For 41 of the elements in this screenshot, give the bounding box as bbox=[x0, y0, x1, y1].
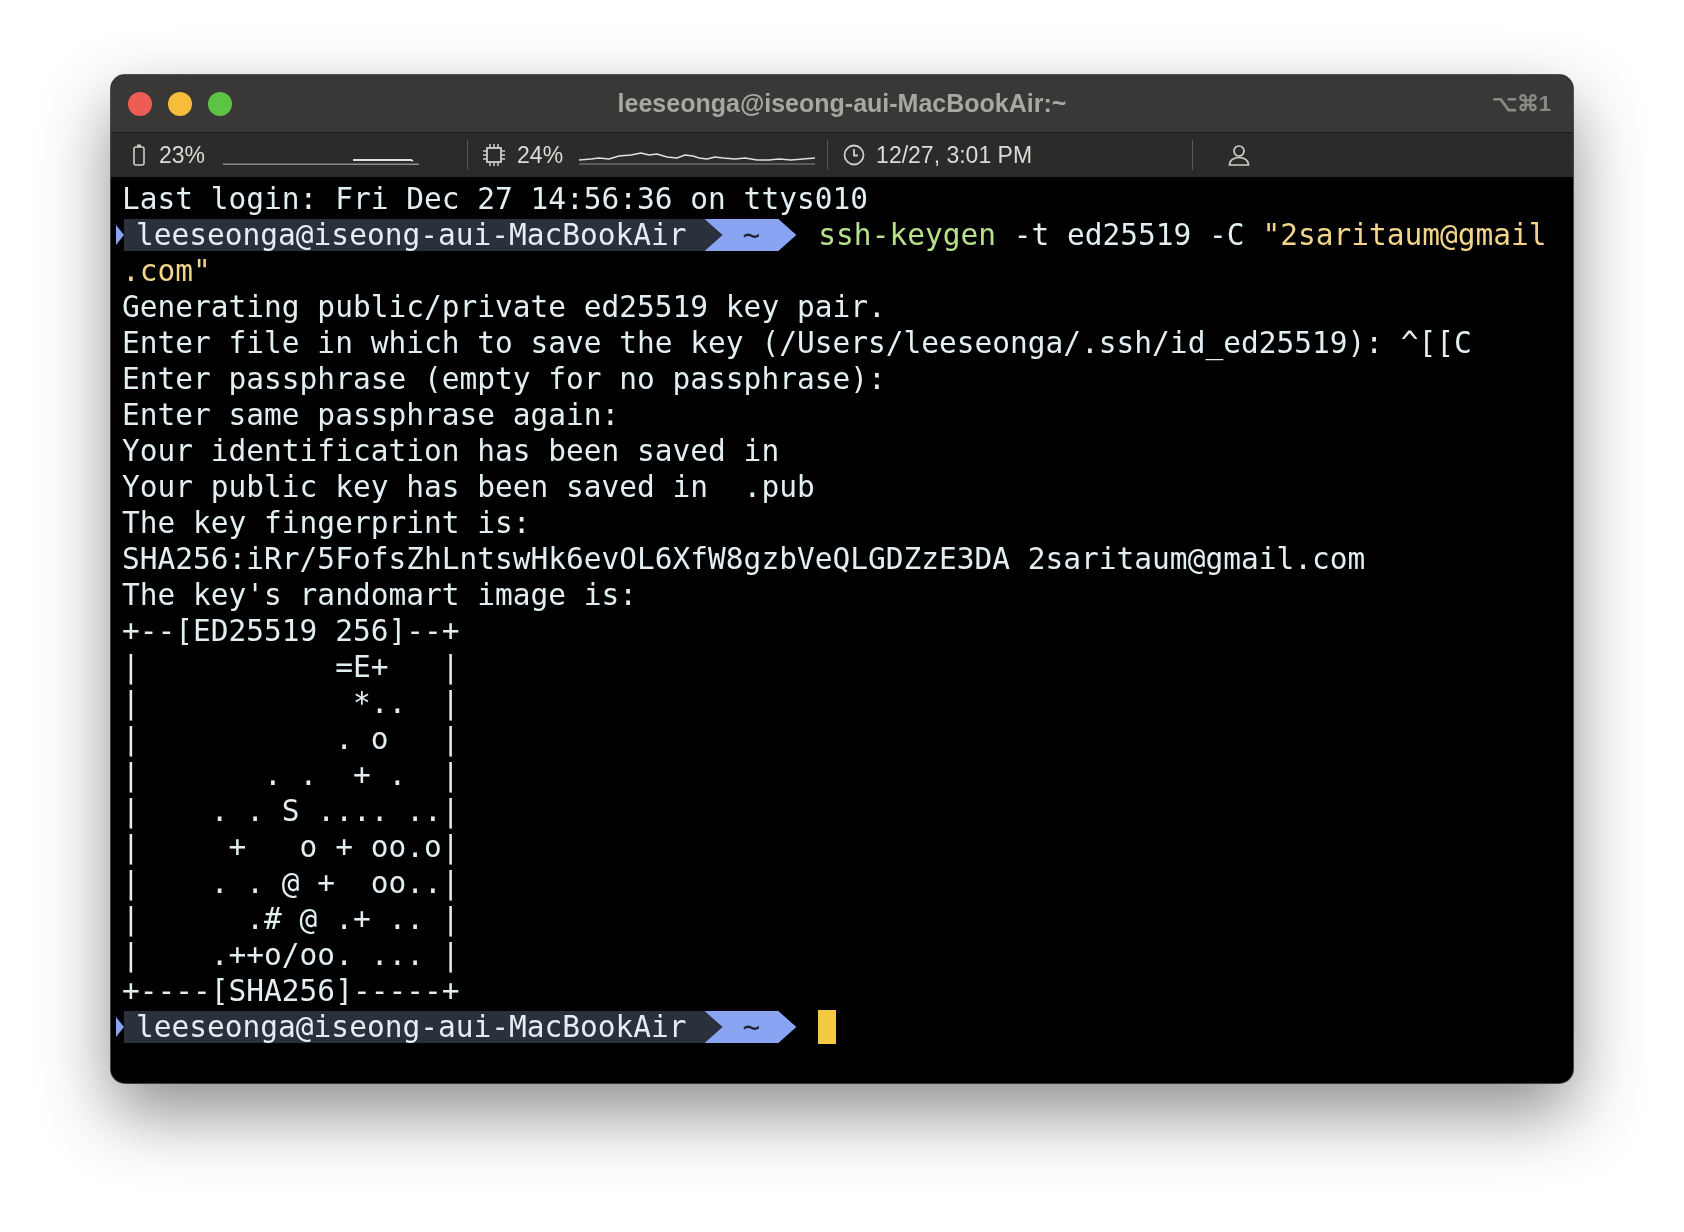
terminal-line: | + o + oo.o| bbox=[122, 829, 461, 865]
shortcut-label: ⌥⌘1 bbox=[1491, 90, 1551, 117]
terminal-line: | *.. | bbox=[122, 685, 461, 721]
terminal-line: | .++o/oo. ... | bbox=[122, 937, 461, 973]
terminal-line: Enter passphrase (empty for no passphrase): bbox=[122, 361, 887, 397]
clock-time: 12/27, 3:01 PM bbox=[876, 141, 1033, 169]
zoom-button[interactable] bbox=[208, 91, 232, 116]
command-text: "2saritaum@gmail bbox=[1262, 217, 1547, 253]
command-text: ssh-keygen bbox=[818, 217, 996, 253]
prompt-directory-segment: ~ bbox=[704, 1011, 797, 1043]
cpu-percent: 24% bbox=[517, 141, 564, 169]
terminal-line: The key's randomart image is: bbox=[122, 577, 639, 613]
terminal-line: The key fingerprint is: bbox=[122, 505, 532, 541]
cpu-chip-icon bbox=[482, 143, 507, 167]
battery-percent: 23% bbox=[159, 141, 206, 169]
terminal-line: Your identification has been saved in bbox=[122, 433, 781, 469]
terminal-line: SHA256:iRr/5FofsZhLntswHk6evOL6XfW8gzbVeQLGDZzE3DA 2saritaum@gmail.com bbox=[122, 541, 1367, 577]
close-button[interactable] bbox=[128, 91, 152, 116]
user-icon bbox=[1227, 143, 1252, 167]
minimize-button[interactable] bbox=[168, 91, 192, 116]
terminal-line: Enter file in which to save the key (/Users/leeseonga/.ssh/id_ed25519): ^[[C bbox=[122, 325, 1473, 361]
terminal-line: Generating public/private ed25519 key pair. bbox=[122, 289, 887, 325]
terminal-line: Your public key has been saved in .pub bbox=[122, 469, 816, 505]
terminal-line: | .# @ .+ .. | bbox=[122, 901, 461, 937]
terminal-line: | . . S .... ..| bbox=[122, 793, 461, 829]
prompt-directory-segment: ~ bbox=[704, 219, 797, 251]
terminal-line: +--[ED25519 256]--+ bbox=[122, 613, 461, 649]
command-text: -t ed25519 -C bbox=[1012, 217, 1246, 253]
terminal-line: | . o | bbox=[122, 721, 461, 757]
terminal-line: | . . + . | bbox=[122, 757, 461, 793]
terminal-line: +----[SHA256]-----+ bbox=[122, 973, 461, 1009]
prompt-host-segment: leeseonga@iseong-aui-MacBookAir bbox=[124, 219, 723, 251]
terminal-line: Last login: Fri Dec 27 14:56:36 on ttys010 bbox=[122, 181, 869, 217]
prompt-host-segment: leeseonga@iseong-aui-MacBookAir bbox=[124, 1011, 723, 1043]
window-title: leeseonga@iseong-aui-MacBookAir:~ bbox=[617, 89, 1067, 118]
terminal-line: | . . @ + oo..| bbox=[122, 865, 461, 901]
battery-icon bbox=[133, 144, 145, 166]
command-continuation: .com" bbox=[122, 253, 212, 289]
terminal-line: Enter same passphrase again: bbox=[122, 397, 621, 433]
terminal-line: | =E+ | bbox=[122, 649, 461, 685]
clock-icon bbox=[842, 143, 867, 167]
